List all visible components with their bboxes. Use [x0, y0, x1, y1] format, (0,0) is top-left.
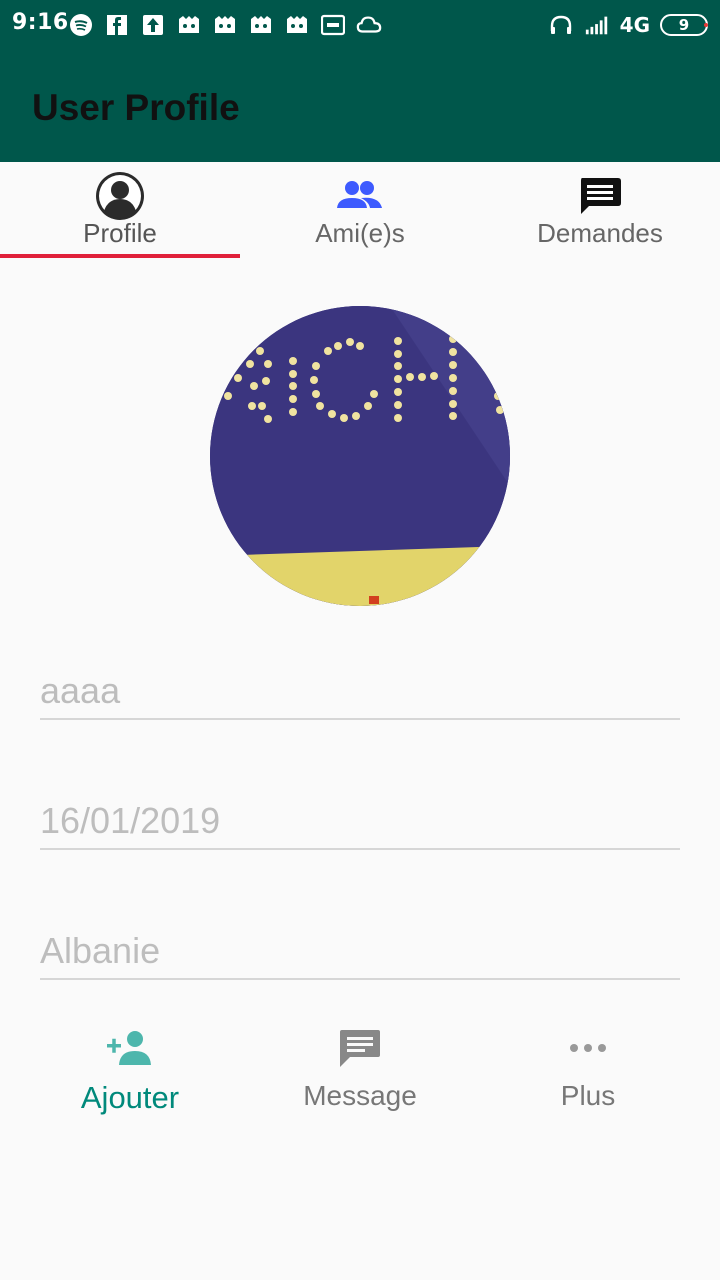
cloud-icon — [356, 12, 382, 38]
action-label: Ajouter — [80, 1080, 180, 1115]
tab-label: Ami(e)s — [315, 218, 405, 248]
country-value: Albanie — [40, 930, 161, 971]
profile-icon — [94, 170, 146, 222]
facebook-icon — [104, 12, 130, 38]
app-toolbar: User Profile — [0, 52, 720, 162]
friends-icon — [334, 170, 386, 222]
network-type: 4G — [619, 13, 650, 37]
add-friend-button[interactable]: Ajouter — [30, 1020, 230, 1116]
profile-actions: Ajouter Message Plus — [0, 1020, 720, 1130]
game-icon — [176, 12, 202, 38]
game-icon — [212, 12, 238, 38]
birthdate-value: 16/01/2019 — [40, 800, 221, 841]
game-icon — [248, 12, 274, 38]
more-button[interactable]: Plus — [488, 1020, 688, 1112]
action-label: Message — [303, 1080, 417, 1111]
country-field[interactable]: Albanie — [40, 920, 680, 980]
tab-bar: Profile Ami(e)s Demandes — [0, 162, 720, 258]
chat-icon — [574, 170, 626, 222]
name-field[interactable]: aaaa — [40, 660, 680, 720]
birthdate-field[interactable]: 16/01/2019 — [40, 790, 680, 850]
signal-icon — [584, 12, 610, 38]
status-right: 4G 9 — [548, 10, 708, 40]
profile-avatar[interactable] — [210, 306, 510, 606]
tab-requests[interactable]: Demandes — [480, 162, 720, 258]
status-time: 9:16 — [12, 10, 69, 35]
notification-icons — [68, 12, 382, 38]
active-tab-indicator — [0, 254, 240, 258]
game-icon — [284, 12, 310, 38]
voicemail-icon — [320, 12, 346, 38]
battery-level: 9 — [678, 16, 690, 34]
avatar-image — [210, 306, 510, 606]
message-icon — [332, 1020, 388, 1076]
tab-profile[interactable]: Profile — [0, 162, 240, 258]
upload-icon — [140, 12, 166, 38]
battery-icon: 9 — [660, 14, 708, 36]
page-title: User Profile — [32, 87, 240, 128]
name-value: aaaa — [40, 670, 121, 711]
tab-label: Demandes — [537, 218, 663, 248]
status-bar: 9:16 4G 9 — [0, 0, 720, 52]
message-button[interactable]: Message — [260, 1020, 460, 1112]
action-label: Plus — [560, 1080, 616, 1111]
spotify-icon — [68, 12, 94, 38]
headphones-icon — [548, 12, 574, 38]
tab-label: Profile — [83, 218, 157, 248]
add-person-icon — [102, 1020, 158, 1076]
more-icon — [560, 1020, 616, 1076]
tab-friends[interactable]: Ami(e)s — [240, 162, 480, 258]
